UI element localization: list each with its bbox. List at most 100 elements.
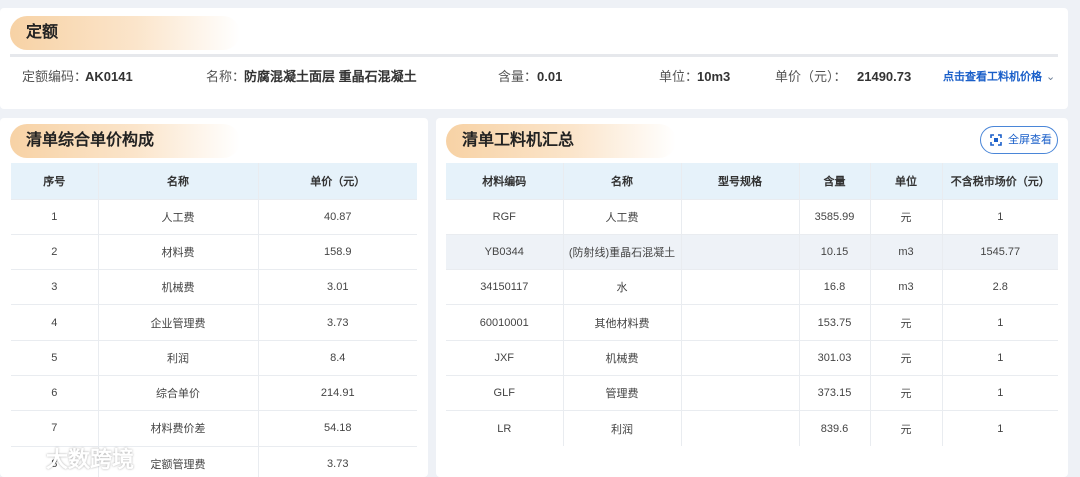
table-row: JXF 机械费 301.03 元 1 <box>446 339 1058 376</box>
fullscreen-icon <box>990 134 1002 146</box>
table-cell: 8.4 <box>258 339 417 376</box>
table-cell: 3 <box>11 269 99 305</box>
table-cell: 元 <box>870 410 943 447</box>
right-panel-title: 清单工料机汇总 <box>446 124 676 158</box>
table-row: 7 材料费价差 54.18 <box>11 410 417 447</box>
table-cell: m3 <box>870 233 943 270</box>
table-cell: JXF <box>446 339 564 376</box>
fullscreen-button[interactable]: 全屏查看 <box>980 126 1058 154</box>
table-cell: LR <box>446 410 564 447</box>
table-row: 34150117 水 16.8 m3 2.8 <box>446 269 1058 305</box>
table-cell: 3585.99 <box>799 198 871 235</box>
column-header: 含量 <box>799 163 871 199</box>
quota-unit-label: 单位： <box>659 69 699 84</box>
brand-logo-icon <box>12 449 41 467</box>
table-cell: 1 <box>942 339 1058 376</box>
column-header: 型号规格 <box>681 163 800 199</box>
table-cell: 其他材料费 <box>563 304 682 341</box>
table-cell: 人工费 <box>563 198 682 235</box>
table-cell: 2 <box>11 233 99 270</box>
table-row: 4 企业管理费 3.73 <box>11 304 417 341</box>
watermark: 大数跨境 <box>12 443 134 473</box>
table-row: GLF 管理费 373.15 元 1 <box>446 374 1058 411</box>
watermark-text: 大数跨境 <box>46 447 135 472</box>
column-header: 名称 <box>563 163 682 199</box>
table-cell: 373.15 <box>799 374 871 411</box>
quota-title: 定额 <box>10 16 240 50</box>
table-cell: m3 <box>870 269 943 305</box>
table-cell <box>681 269 800 305</box>
table-cell: 利润 <box>98 339 259 376</box>
column-header: 序号 <box>11 163 99 199</box>
table-row: LR 利润 839.6 元 1 <box>446 410 1058 447</box>
table-cell <box>681 374 800 411</box>
table-header-row: 材料编码 名称 型号规格 含量 单位 不含税市场价（元） <box>446 163 1058 199</box>
table-cell: 214.91 <box>258 374 417 411</box>
table-cell <box>681 304 800 341</box>
table-cell: 材料费 <box>98 233 259 270</box>
column-header: 单位 <box>870 163 943 199</box>
table-cell: 839.6 <box>799 410 871 447</box>
table-cell <box>681 339 800 376</box>
quota-content-label: 含量： <box>498 69 538 84</box>
table-cell: 10.15 <box>799 233 871 270</box>
table-cell: 1 <box>942 410 1058 447</box>
table-cell: 元 <box>870 198 943 235</box>
table-row: 60010001 其他材料费 153.75 元 1 <box>446 304 1058 341</box>
table-cell: (防射线)重晶石混凝土 <box>563 233 682 270</box>
unit-price-composition-panel: 清单综合单价构成 序号 名称 单价（元） 1 人工费 40.87 2 材料费 158.9 3… <box>0 118 428 477</box>
table-cell: 元 <box>870 339 943 376</box>
quota-card: 定额 定额编码： AK0141 名称： 防腐混凝土面层 重晶石混凝土 含量： 0… <box>0 8 1068 109</box>
table-cell: 158.9 <box>258 233 417 270</box>
column-header: 名称 <box>98 163 259 199</box>
view-price-link[interactable]: 点击查看工料机价格 <box>943 66 1042 88</box>
table-cell: 301.03 <box>799 339 871 376</box>
table-cell: 5 <box>11 339 99 376</box>
table-cell <box>681 410 800 447</box>
quota-divider <box>10 54 1058 57</box>
table-row: 5 利润 8.4 <box>11 339 417 376</box>
table-cell: YB0344 <box>446 233 564 270</box>
quota-price-label: 单价（元）： <box>775 69 847 84</box>
table-cell: 16.8 <box>799 269 871 305</box>
quota-price-value: 21490.73 <box>857 69 912 84</box>
table-cell: 3.73 <box>258 304 417 341</box>
table-cell <box>681 233 800 270</box>
table-cell: 153.75 <box>799 304 871 341</box>
table-cell: 机械费 <box>98 269 259 305</box>
table-header-row: 序号 名称 单价（元） <box>11 163 417 199</box>
table-cell: 2.8 <box>942 269 1058 305</box>
left-panel-title: 清单综合单价构成 <box>10 124 240 158</box>
table-row: YB0344 (防射线)重晶石混凝土 10.15 m3 1545.77 <box>446 233 1058 270</box>
table-cell: 6 <box>11 374 99 411</box>
quota-code-label: 定额编码： <box>22 69 88 84</box>
table-cell: 4 <box>11 304 99 341</box>
quota-name-value: 防腐混凝土面层 重晶石混凝土 <box>244 69 417 84</box>
table-cell: 利润 <box>563 410 682 447</box>
table-cell: 材料费价差 <box>98 410 259 447</box>
unit-price-table: 序号 名称 单价（元） 1 人工费 40.87 2 材料费 158.9 3 机械费 3.01 4 企… <box>11 163 417 477</box>
quota-info-row: 定额编码： AK0141 名称： 防腐混凝土面层 重晶石混凝土 含量： 0.01… <box>0 66 1068 88</box>
chevron-down-icon[interactable]: ⌄ <box>1046 66 1055 88</box>
table-cell: 7 <box>11 410 99 447</box>
table-row: 1 人工费 40.87 <box>11 198 417 235</box>
table-cell: 60010001 <box>446 304 564 341</box>
column-header: 不含税市场价（元） <box>942 163 1058 199</box>
column-header: 材料编码 <box>446 163 564 199</box>
table-cell: 元 <box>870 304 943 341</box>
table-row: 2 材料费 158.9 <box>11 233 417 270</box>
fullscreen-label: 全屏查看 <box>1008 134 1052 146</box>
labor-material-table: 材料编码 名称 型号规格 含量 单位 不含税市场价（元） RGF 人工费 3585.… <box>446 163 1058 447</box>
table-cell: 54.18 <box>258 410 417 447</box>
table-cell: 1 <box>11 198 99 235</box>
table-row: 6 综合单价 214.91 <box>11 374 417 411</box>
quota-code-value: AK0141 <box>85 69 133 84</box>
table-cell: 1 <box>942 198 1058 235</box>
table-cell: 3.01 <box>258 269 417 305</box>
table-cell: 人工费 <box>98 198 259 235</box>
table-cell: 水 <box>563 269 682 305</box>
table-cell: GLF <box>446 374 564 411</box>
quota-name-label: 名称： <box>206 69 246 84</box>
table-row: 3 机械费 3.01 <box>11 269 417 305</box>
quota-content-value: 0.01 <box>537 69 563 84</box>
